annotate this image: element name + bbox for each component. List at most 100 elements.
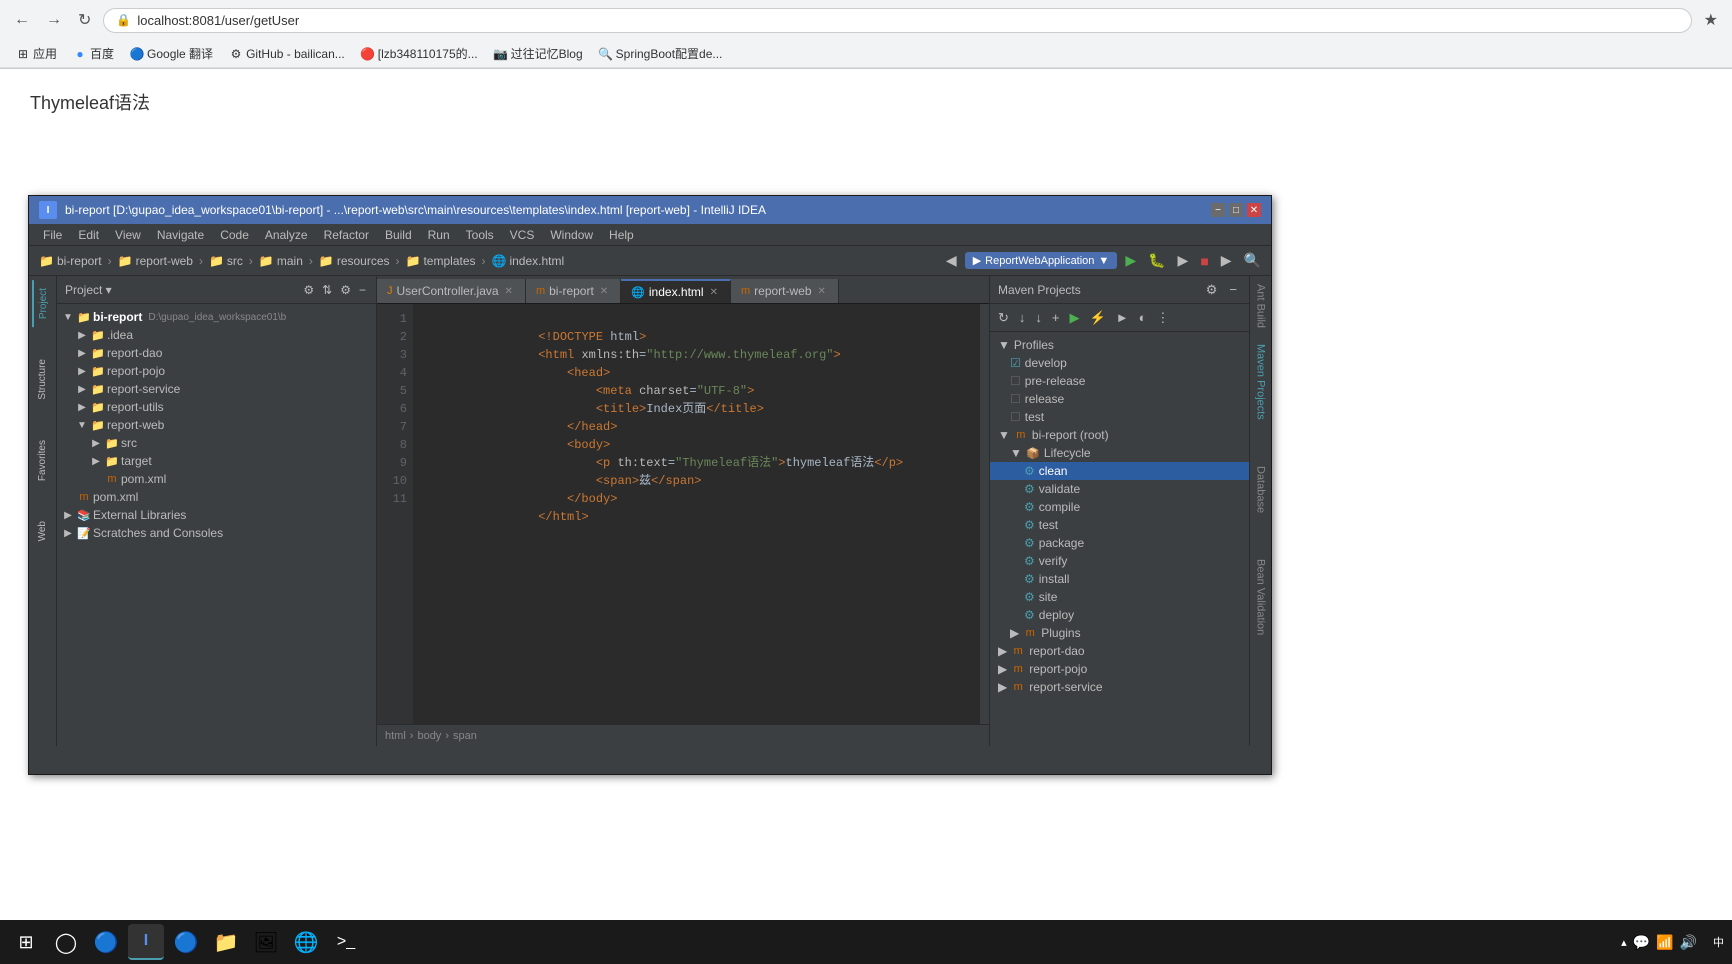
close-button[interactable]: ✕ xyxy=(1247,203,1261,217)
maven-plugins[interactable]: ▶ m Plugins xyxy=(990,624,1249,642)
maven-bi-report-root[interactable]: ▼ m bi-report (root) xyxy=(990,426,1249,444)
bookmark-apps[interactable]: ⊞ 应用 xyxy=(10,43,63,64)
maven-test[interactable]: ⚙ test xyxy=(990,516,1249,534)
tree-item-pom-root[interactable]: m pom.xml xyxy=(57,488,376,506)
forward-button[interactable]: → xyxy=(42,7,66,33)
tree-item-report-dao[interactable]: ▶ 📁 report-dao xyxy=(57,344,376,362)
maven-collapse-btn[interactable]: − xyxy=(1225,280,1241,299)
bookmark-springboot[interactable]: 🔍 SpringBoot配置de... xyxy=(593,43,729,64)
code-area[interactable]: <!DOCTYPE html> <html xmlns:th="http://w… xyxy=(413,304,979,724)
menu-help[interactable]: Help xyxy=(601,224,642,246)
minimize-button[interactable]: − xyxy=(1211,203,1225,217)
menu-view[interactable]: View xyxy=(107,224,149,246)
coverage-btn[interactable]: ▶ xyxy=(1174,250,1193,271)
menu-analyze[interactable]: Analyze xyxy=(257,224,316,246)
maven-clean[interactable]: ⚙ clean xyxy=(990,462,1249,480)
maven-validate[interactable]: ⚙ validate xyxy=(990,480,1249,498)
maven-profile-release[interactable]: ☐ release xyxy=(990,390,1249,408)
tab-report-web[interactable]: m report-web ✕ xyxy=(731,279,839,303)
menu-run[interactable]: Run xyxy=(420,224,458,246)
web-tab[interactable]: Web xyxy=(33,513,52,549)
structure-tab[interactable]: Structure xyxy=(33,351,52,408)
tray-arrow[interactable]: ▴ xyxy=(1621,936,1627,949)
breadcrumb-src[interactable]: 📁 src xyxy=(205,252,247,270)
editor-scrollbar[interactable] xyxy=(979,304,989,724)
search-everywhere-btn[interactable]: 🔍 xyxy=(1240,250,1265,271)
menu-navigate[interactable]: Navigate xyxy=(149,224,212,246)
debug-btn[interactable]: 🐛 xyxy=(1144,250,1169,271)
tree-item-bi-report[interactable]: ▼ 📁 bi-report D:\gupao_idea_workspace01\… xyxy=(57,308,376,326)
refresh-button[interactable]: ↻ xyxy=(74,6,95,34)
bean-validation-tab[interactable]: Bean Validation xyxy=(1253,551,1269,643)
tab-close-btn[interactable]: ✕ xyxy=(598,286,610,297)
panel-sort-btn[interactable]: ⇅ xyxy=(320,281,334,299)
maven-run-btn[interactable]: ▶ xyxy=(1066,308,1084,328)
breadcrumb-html[interactable]: html xyxy=(385,730,406,742)
maven-lifecycle[interactable]: ▼ 📦 Lifecycle xyxy=(990,444,1249,462)
maven-add-btn[interactable]: + xyxy=(1048,308,1064,327)
maven-profile-test[interactable]: ☐ test xyxy=(990,408,1249,426)
panel-settings-btn[interactable]: ⚙ xyxy=(301,281,316,299)
menu-vcs[interactable]: VCS xyxy=(502,224,543,246)
taskbar-chrome[interactable]: 🔵 xyxy=(88,924,124,960)
maven-show-diagram-btn[interactable]: ◐ xyxy=(1135,308,1151,327)
tree-item-target[interactable]: ▶ 📁 target xyxy=(57,452,376,470)
maven-deploy[interactable]: ⚙ deploy xyxy=(990,606,1249,624)
bookmark-lzb[interactable]: 🔴 [lzb348110175的... xyxy=(355,43,484,64)
run-btn[interactable]: ▶ xyxy=(1121,250,1140,271)
bookmark-memory-blog[interactable]: 📷 过往记忆Blog xyxy=(488,43,589,64)
favorites-tab[interactable]: Favorites xyxy=(33,432,52,489)
menu-window[interactable]: Window xyxy=(542,224,601,246)
tab-close-btn[interactable]: ✕ xyxy=(708,287,720,298)
tab-index-html[interactable]: 🌐 index.html ✕ xyxy=(621,279,731,303)
maven-skip-tests-btn[interactable]: ⚡ xyxy=(1086,308,1110,328)
maven-install[interactable]: ⚙ install xyxy=(990,570,1249,588)
back-nav-btn[interactable]: ◀ xyxy=(942,250,961,271)
taskbar-chrome2[interactable]: 🔵 xyxy=(168,924,204,960)
back-button[interactable]: ← xyxy=(10,7,34,33)
bookmark-google-translate[interactable]: 🔵 Google 翻译 xyxy=(124,43,219,64)
menu-refactor[interactable]: Refactor xyxy=(316,224,377,246)
menu-file[interactable]: File xyxy=(35,224,70,246)
maven-projects-tab[interactable]: Maven Projects xyxy=(1253,336,1269,428)
stop-btn[interactable]: ■ xyxy=(1196,251,1212,271)
taskbar-idea[interactable]: I xyxy=(128,924,164,960)
maven-report-dao[interactable]: ▶ m report-dao xyxy=(990,642,1249,660)
breadcrumb-main[interactable]: 📁 main xyxy=(255,252,307,270)
maven-generate-btn[interactable]: ► xyxy=(1112,308,1133,327)
breadcrumb-resources[interactable]: 📁 resources xyxy=(315,252,394,270)
project-tab[interactable]: Project xyxy=(32,280,53,327)
tree-item-report-pojo[interactable]: ▶ 📁 report-pojo xyxy=(57,362,376,380)
tab-user-controller[interactable]: J UserController.java ✕ xyxy=(377,279,526,303)
taskbar-cortana[interactable]: ◯ xyxy=(48,924,84,960)
menu-code[interactable]: Code xyxy=(212,224,257,246)
maven-refresh-btn[interactable]: ↻ xyxy=(994,308,1013,328)
maven-download-docs-btn[interactable]: ↓ xyxy=(1031,308,1046,327)
maven-settings-btn[interactable]: ⚙ xyxy=(1202,280,1222,300)
maven-profile-prerelease[interactable]: ☐ pre-release xyxy=(990,372,1249,390)
menu-tools[interactable]: Tools xyxy=(458,224,502,246)
bookmark-github[interactable]: ⚙ GitHub - bailican... xyxy=(223,45,351,63)
menu-edit[interactable]: Edit xyxy=(70,224,107,246)
tree-item-report-service[interactable]: ▶ 📁 report-service xyxy=(57,380,376,398)
panel-gear-btn[interactable]: ⚙ xyxy=(338,281,353,299)
tree-item-idea[interactable]: ▶ 📁 .idea xyxy=(57,326,376,344)
tree-item-external-libs[interactable]: ▶ 📚 External Libraries xyxy=(57,506,376,524)
breadcrumb-bi-report[interactable]: 📁 bi-report xyxy=(35,252,106,270)
tree-item-report-web[interactable]: ▼ 📁 report-web xyxy=(57,416,376,434)
tray-chat[interactable]: 💬 xyxy=(1633,934,1650,951)
panel-title[interactable]: Project ▾ xyxy=(65,283,297,297)
run-config-selector[interactable]: ▶ ReportWebApplication ▼ xyxy=(965,252,1118,269)
tab-close-btn[interactable]: ✕ xyxy=(503,286,515,297)
maven-profile-develop[interactable]: ☑ develop xyxy=(990,354,1249,372)
breadcrumb-templates[interactable]: 📁 templates xyxy=(402,252,480,270)
address-bar[interactable]: 🔒 localhost:8081/user/getUser xyxy=(103,8,1691,33)
breadcrumb-body[interactable]: body xyxy=(417,730,441,742)
tree-item-report-utils[interactable]: ▶ 📁 report-utils xyxy=(57,398,376,416)
database-tab[interactable]: Database xyxy=(1253,458,1269,521)
ant-build-tab[interactable]: Ant Build xyxy=(1253,276,1269,336)
maven-report-pojo[interactable]: ▶ m report-pojo xyxy=(990,660,1249,678)
taskbar-explorer[interactable]: 📁 xyxy=(208,924,244,960)
menu-build[interactable]: Build xyxy=(377,224,420,246)
tree-item-src[interactable]: ▶ 📁 src xyxy=(57,434,376,452)
